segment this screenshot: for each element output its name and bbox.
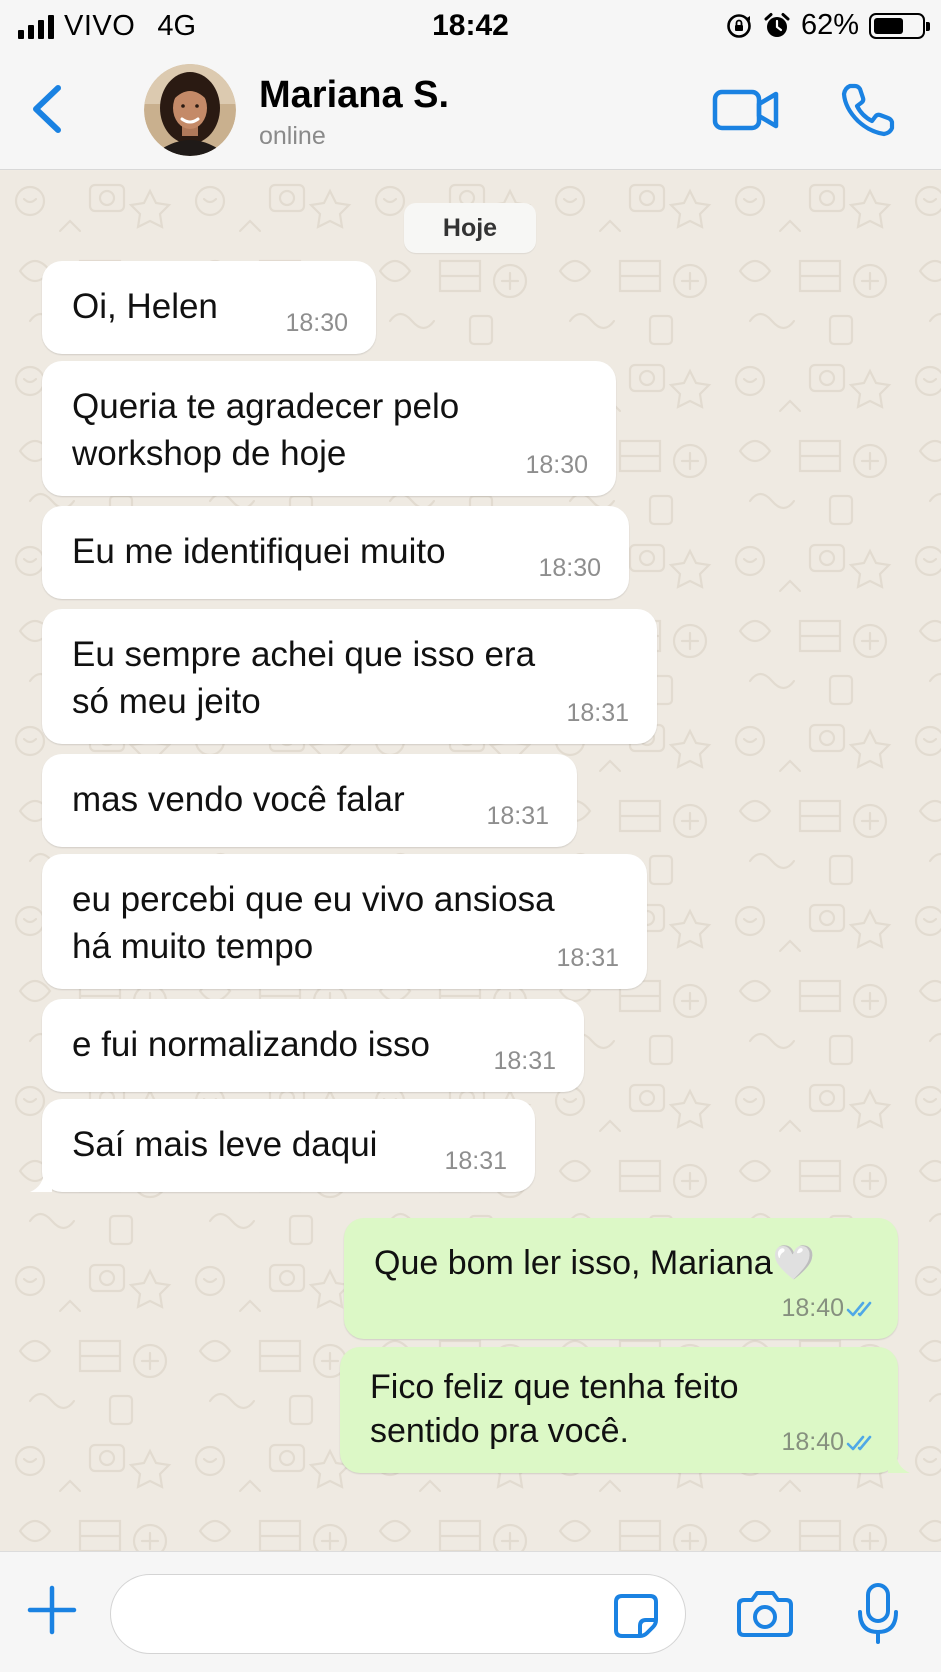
double-check-read-icon	[846, 1301, 872, 1317]
plus-icon[interactable]	[26, 1584, 78, 1636]
incoming-message[interactable]: Eu me identifiquei muito 18:30	[42, 506, 629, 599]
video-camera-icon[interactable]	[712, 82, 780, 138]
outgoing-message[interactable]: Fico feliz que tenha feito sentido pra v…	[340, 1347, 910, 1473]
incoming-message[interactable]: Eu sempre achei que isso era só meu jeit…	[42, 609, 657, 744]
chat-header: Mariana S. online	[0, 52, 941, 170]
chat-area[interactable]: Hoje Oi, Helen 18:30 Queria te agradecer…	[0, 171, 941, 1551]
bubble-tail	[888, 1451, 910, 1473]
message-text: e fui normalizando isso	[72, 1021, 430, 1068]
message-time: 18:31	[444, 1147, 507, 1175]
incoming-message[interactable]: Queria te agradecer pelo workshop de hoj…	[42, 361, 616, 496]
message-line: só meu jeito	[72, 682, 261, 721]
sticker-icon[interactable]	[612, 1592, 660, 1640]
message-text: Oi, Helen	[72, 283, 218, 330]
message-line: eu percebi que eu vivo ansiosa	[72, 880, 555, 919]
contact-status: online	[259, 122, 326, 150]
message-text: Queria te agradecer pelo workshop de hoj…	[72, 383, 459, 477]
battery-percent: 62%	[800, 9, 859, 41]
message-time: 18:31	[566, 699, 629, 727]
message-line: mas vendo você falar	[72, 780, 405, 819]
battery-level	[874, 17, 903, 34]
message-text: eu percebi que eu vivo ansiosa há muito …	[72, 876, 555, 970]
message-text: mas vendo você falar	[72, 776, 405, 823]
message-line: workshop de hoje	[72, 434, 347, 473]
message-line: sentido pra você.	[370, 1412, 629, 1450]
outgoing-message[interactable]: Que bom ler isso, Mariana🤍 18:40	[344, 1218, 898, 1339]
message-line: Que bom ler isso, Mariana🤍	[374, 1244, 816, 1282]
message-line: Saí mais leve daqui	[72, 1125, 378, 1164]
message-time: 18:40	[781, 1294, 844, 1322]
message-text: Fico feliz que tenha feito sentido pra v…	[370, 1365, 739, 1453]
status-bar: VIVO 4G 18:42 62%	[0, 0, 941, 52]
message-line: Queria te agradecer pelo	[72, 387, 460, 426]
status-right: 62%	[725, 9, 930, 42]
message-line: Fico feliz que tenha feito	[370, 1368, 739, 1406]
back-chevron-icon[interactable]	[14, 76, 74, 142]
message-input[interactable]	[110, 1574, 686, 1654]
battery-icon	[869, 12, 930, 39]
double-check-read-icon	[846, 1435, 872, 1451]
message-time: 18:31	[493, 1047, 556, 1075]
message-time: 18:40	[781, 1428, 844, 1456]
message-text: Eu me identifiquei muito	[72, 528, 446, 575]
input-bar	[0, 1551, 941, 1672]
camera-icon[interactable]	[736, 1588, 794, 1640]
message-text: Eu sempre achei que isso era só meu jeit…	[72, 631, 535, 725]
message-line: há muito tempo	[72, 927, 314, 966]
message-line: Oi, Helen	[72, 287, 218, 326]
message-time: 18:30	[525, 451, 588, 479]
message-time: 18:30	[538, 554, 601, 582]
message-line: e fui normalizando isso	[72, 1025, 430, 1064]
incoming-message[interactable]: eu percebi que eu vivo ansiosa há muito …	[42, 854, 647, 989]
incoming-message[interactable]: Saí mais leve daqui 18:31	[30, 1099, 535, 1192]
message-time: 18:31	[486, 802, 549, 830]
phone-icon[interactable]	[836, 76, 896, 142]
incoming-message[interactable]: e fui normalizando isso 18:31	[42, 999, 584, 1092]
message-text: Saí mais leve daqui	[72, 1121, 377, 1168]
message-time: 18:30	[285, 309, 348, 337]
date-chip: Hoje	[404, 203, 536, 253]
incoming-message[interactable]: mas vendo você falar 18:31	[42, 754, 577, 847]
message-line: Eu me identifiquei muito	[72, 532, 446, 571]
contact-name[interactable]: Mariana S.	[259, 74, 449, 117]
alarm-icon	[764, 12, 790, 37]
microphone-icon[interactable]	[856, 1582, 900, 1646]
rotation-lock-icon	[727, 13, 751, 38]
incoming-message[interactable]: Oi, Helen 18:30	[42, 261, 376, 354]
avatar-photo	[144, 64, 236, 156]
message-text: Que bom ler isso, Mariana🤍	[374, 1240, 815, 1287]
message-line: Eu sempre achei que isso era	[72, 635, 536, 674]
avatar[interactable]	[144, 64, 236, 156]
bubble-tail	[30, 1170, 52, 1192]
message-time: 18:31	[556, 944, 619, 972]
